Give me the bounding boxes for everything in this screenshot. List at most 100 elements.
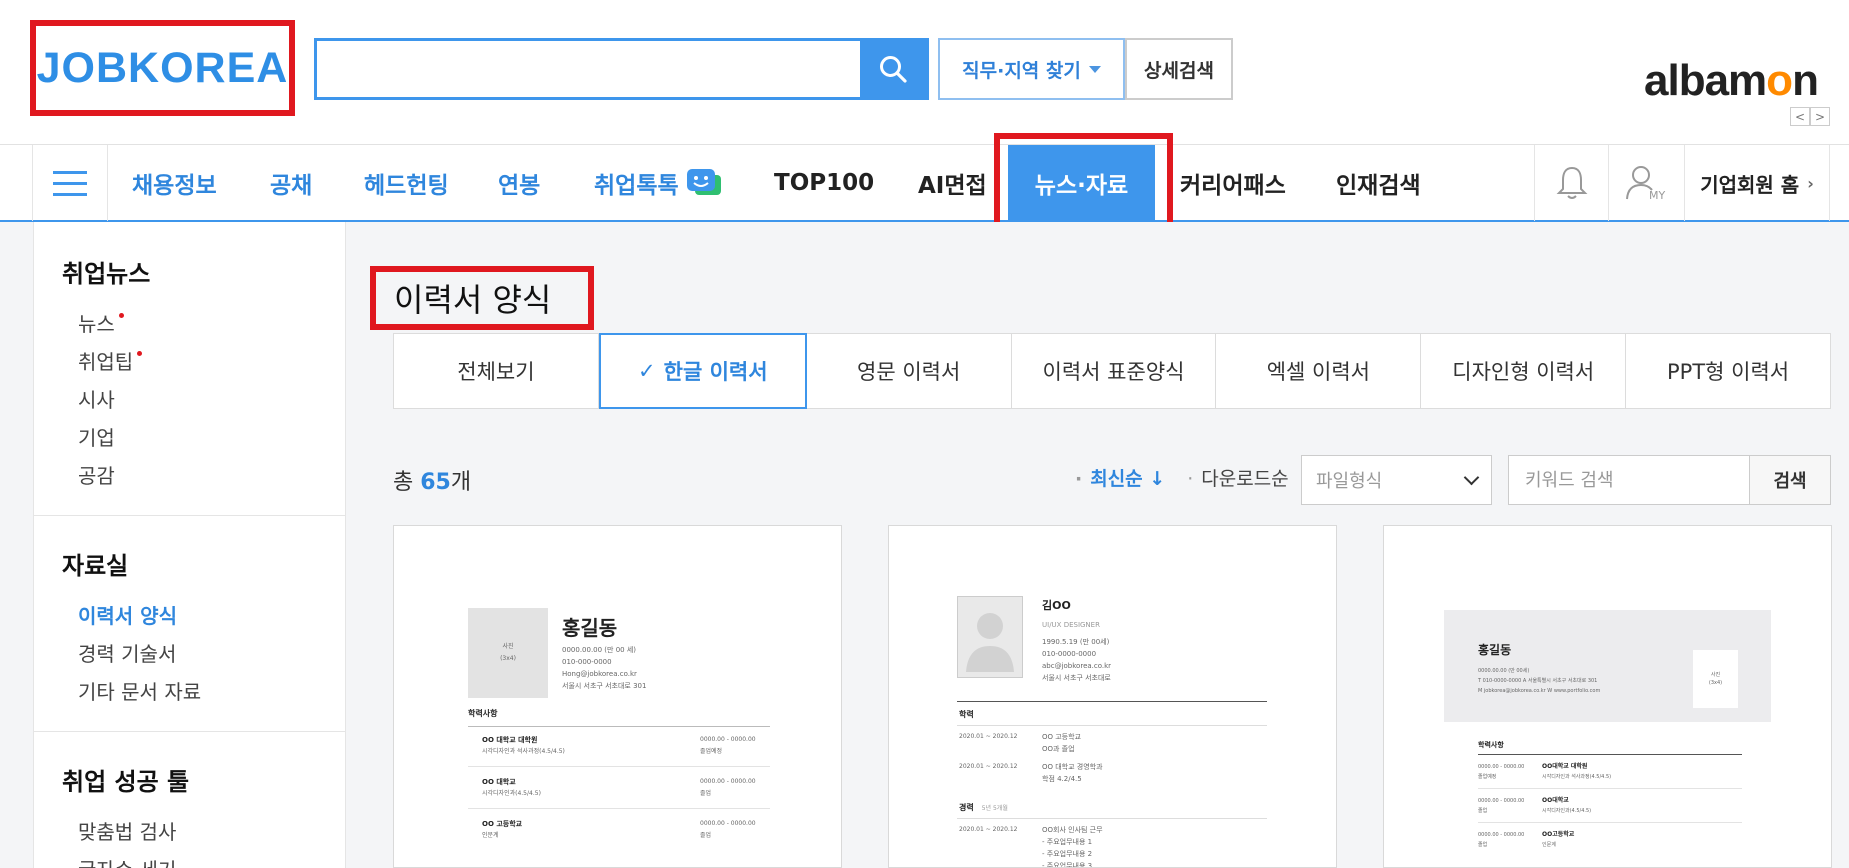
my-page-button[interactable]: MY <box>1608 145 1684 221</box>
page-title: 이력서 양식 <box>370 266 594 330</box>
sidebar-item-char-count[interactable]: 글자수 세기 <box>62 849 317 868</box>
sidebar-item-other-docs[interactable]: 기타 문서 자료 <box>62 671 317 709</box>
sidebar-item-career-description[interactable]: 경력 기술서 <box>62 633 317 671</box>
sidebar-item-tips[interactable]: 취업팁 <box>62 341 317 379</box>
sidebar-title-tools: 취업 성공 툴 <box>62 768 190 796</box>
tab-design-resume[interactable]: 디자인형 이력서 <box>1421 334 1627 408</box>
edu-period-text: 0000.00 - 0000.00 <box>700 820 756 827</box>
nav-ai-interview[interactable]: AI면접 <box>918 145 987 221</box>
nav-headhunting[interactable]: 헤드헌팅 <box>364 145 449 221</box>
career-heading: 경력 5년 5개월 <box>959 802 1008 815</box>
search-input[interactable] <box>317 41 860 97</box>
sidebar-item-current[interactable]: 시사 <box>62 379 317 417</box>
nav-salary[interactable]: 연봉 <box>498 145 540 221</box>
sidebar-divider <box>34 515 345 516</box>
edu-period-text: 0000.00 - 0000.00 <box>1478 832 1525 838</box>
sidebar-item-label: 취업팁 <box>78 349 134 374</box>
sort-downloads[interactable]: 다운로드순 <box>1187 464 1288 491</box>
nav-talk-label: 취업톡톡 <box>594 173 679 199</box>
search-button[interactable] <box>860 41 926 97</box>
tab-ppt-resume[interactable]: PPT형 이력서 <box>1626 334 1830 408</box>
resume-section-title: 학력사항 <box>468 709 498 718</box>
career-line: OO회사 인사팀 근무 <box>1042 826 1103 834</box>
resume-card-2[interactable]: 김OO UI/UX DESIGNER 1990.5.19 (만 00세) 010… <box>888 525 1337 868</box>
search-icon <box>880 56 907 83</box>
edu-line: OO 고등학교 <box>1042 733 1082 741</box>
sidebar-item-spell-check[interactable]: 맞춤법 검사 <box>62 811 317 849</box>
edu-major: 인문계 <box>482 832 499 839</box>
career-period: 2020.01 ~ 2020.12 <box>959 826 1018 833</box>
nav-talent-search[interactable]: 인재검색 <box>1336 145 1421 221</box>
edu-line: OO 대학교 경영학과 <box>1042 763 1103 771</box>
edu-school: OO 고등학교 <box>482 820 523 828</box>
tab-korean-resume[interactable]: ✓ 한글 이력서 <box>598 333 807 409</box>
nav-talk[interactable]: 취업톡톡 <box>594 145 723 221</box>
photo-size: (3x4) <box>1708 680 1723 686</box>
notification-button[interactable] <box>1534 145 1608 221</box>
tab-english-resume[interactable]: 영문 이력서 <box>807 334 1012 408</box>
nav-recruit[interactable]: 채용정보 <box>132 145 217 221</box>
sidebar-title-news: 취업뉴스 <box>62 260 151 288</box>
divider <box>468 766 770 767</box>
edu-period: 0000.00 - 0000.00 졸업 <box>1478 796 1524 816</box>
next-arrow-button[interactable]: > <box>1810 107 1830 126</box>
sidebar-item-news[interactable]: 뉴스 <box>62 303 317 341</box>
divider <box>957 725 1267 726</box>
edu-major: 시각디자인과(4.5/4.5) <box>482 790 541 797</box>
hamburger-menu-button[interactable] <box>32 145 108 221</box>
resume-info-line: 서울시 서초구 서초대로 <box>1042 674 1111 682</box>
tab-all[interactable]: 전체보기 <box>394 334 599 408</box>
edu-detail: OO 고등학교 OO과 졸업 <box>1042 731 1081 755</box>
jobkorea-logo[interactable]: JOBKOREA <box>37 44 289 93</box>
resume-photo-placeholder: 사진 (3x4) <box>1693 650 1738 708</box>
resume-card-1[interactable]: 사진 (3x4) 홍길동 0000.00.00 (만 00 세) 010-000… <box>393 525 842 868</box>
photo-label: 사진 <box>1710 672 1721 678</box>
hamburger-icon <box>53 192 87 196</box>
result-count: 총 65개 <box>393 464 471 496</box>
resume-header-band: 홍길동 0000.00.00 (만 00세) T 010-0000-0000 A… <box>1444 610 1771 722</box>
albamon-logo[interactable]: albamon <box>1644 56 1819 106</box>
top-header: JOBKOREA 직무·지역 찾기 상세검색 albamon < > <box>0 0 1849 144</box>
nav-public-recruit[interactable]: 공채 <box>270 145 312 221</box>
sidebar-item-company[interactable]: 기업 <box>62 417 317 455</box>
resume-card-3[interactable]: 홍길동 0000.00.00 (만 00세) T 010-0000-0000 A… <box>1383 525 1832 868</box>
edu-major: 시각디자인과 석사과정(4.5/4.5) <box>1542 774 1612 780</box>
resume-photo-placeholder: 사진 (3x4) <box>468 608 548 698</box>
corporate-home-link[interactable]: 기업회원 홈 › <box>1684 145 1830 221</box>
resume-info-line: abc@jobkorea.co.kr <box>1042 662 1112 670</box>
sidebar-item-empathy[interactable]: 공감 <box>62 455 317 493</box>
sort-latest[interactable]: 최신순 ↓ <box>1075 464 1165 491</box>
profile-photo-placeholder <box>957 596 1023 678</box>
edu-period: 0000.00 - 0000.00 졸업예정 <box>700 734 756 758</box>
file-type-select[interactable]: 파일형식 <box>1301 455 1492 505</box>
tab-excel-resume[interactable]: 엑셀 이력서 <box>1216 334 1422 408</box>
corporate-home-label: 기업회원 홈 <box>1700 172 1800 197</box>
edu-period-text: 0000.00 - 0000.00 <box>1478 764 1525 770</box>
jobkorea-logo-box[interactable]: JOBKOREA <box>30 20 295 116</box>
career-duration: 5년 5개월 <box>981 805 1008 812</box>
edu-detail: OO 대학교 경영학과 학점 4.2/4.5 <box>1042 761 1103 785</box>
edu-period: 2020.01 ~ 2020.12 <box>959 733 1018 740</box>
prev-arrow-button[interactable]: < <box>1790 107 1810 126</box>
new-dot-icon <box>137 350 143 356</box>
keyword-search-button[interactable]: 검색 <box>1750 455 1831 505</box>
edu-school: OO대학교 <box>1542 797 1569 804</box>
tab-label: 한글 이력서 <box>663 360 768 384</box>
job-region-finder-button[interactable]: 직무·지역 찾기 <box>938 38 1125 100</box>
edu-status: 졸업 <box>1478 842 1488 848</box>
resume-info-line: M jobkorea@jobkorea.co.kr W www.portfoli… <box>1478 688 1601 694</box>
resume-type-tabs: 전체보기 ✓ 한글 이력서 영문 이력서 이력서 표준양식 엑셀 이력서 디자인형… <box>393 333 1831 409</box>
tab-standard-resume[interactable]: 이력서 표준양식 <box>1012 334 1217 408</box>
resume-info-line: Hong@jobkorea.co.kr <box>562 670 637 678</box>
partner-arrows: < > <box>1790 107 1830 126</box>
nav-career-path[interactable]: 커리어패스 <box>1180 145 1286 221</box>
nav-top100[interactable]: TOP100 <box>774 145 874 221</box>
edu-school: OO 대학교 <box>482 778 516 786</box>
bell-icon <box>1556 166 1587 199</box>
keyword-search-input[interactable] <box>1508 455 1750 505</box>
divider <box>468 808 770 809</box>
sidebar-title-archive: 자료실 <box>62 552 129 580</box>
advanced-search-button[interactable]: 상세검색 <box>1125 38 1233 100</box>
sidebar-item-resume-forms[interactable]: 이력서 양식 <box>62 595 317 633</box>
photo-label: 사진 <box>502 643 514 650</box>
